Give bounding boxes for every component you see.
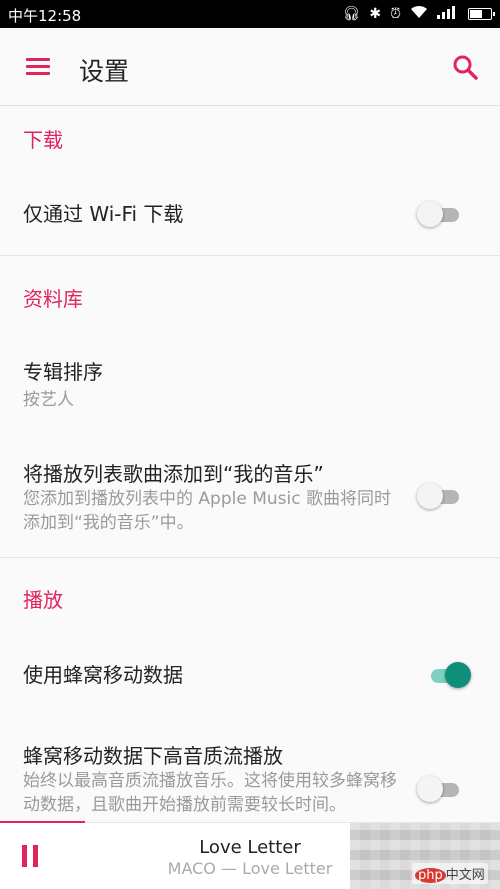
watermark-logo: php — [415, 868, 446, 883]
cellular-data-toggle[interactable] — [425, 660, 471, 690]
page-title: 设置 — [79, 57, 130, 86]
setting-title: 使用蜂窝移动数据 — [23, 663, 183, 687]
song-subtitle: MACO — Love Letter — [167, 859, 333, 878]
headphones-icon: 🎧︎ — [342, 6, 361, 22]
song-title: Love Letter — [199, 837, 301, 858]
bluetooth-icon: ✱ — [369, 6, 382, 22]
alarm-icon: ⏰︎ — [390, 6, 401, 22]
setting-subtitle: 按艺人 — [23, 390, 74, 410]
divider — [0, 255, 500, 256]
battery-icon — [468, 8, 495, 20]
wifi-only-toggle[interactable] — [417, 199, 463, 229]
watermark: php 中文网 — [412, 863, 488, 884]
mini-player[interactable]: Love Letter MACO — Love Letter php 中文网 — [0, 821, 500, 889]
section-header-playback: 播放 — [23, 588, 63, 612]
divider — [0, 557, 500, 558]
wifi-icon — [410, 5, 428, 23]
hq-streaming-toggle[interactable] — [417, 774, 463, 804]
section-header-library: 资料库 — [23, 287, 83, 311]
setting-title: 仅通过 Wi-Fi 下载 — [23, 202, 184, 226]
setting-title: 将播放列表歌曲添加到“我的音乐” — [23, 462, 324, 486]
status-time: 中午12:58 — [8, 7, 82, 25]
pause-icon[interactable] — [22, 845, 40, 867]
setting-title: 蜂窝移动数据下高音质流播放 — [23, 744, 283, 768]
status-bar: 中午12:58 🎧︎ ✱ ⏰︎ — [0, 0, 500, 28]
app-bar: 设置 — [0, 28, 500, 106]
section-header-download: 下载 — [23, 128, 63, 152]
setting-subtitle: 您添加到播放列表中的 Apple Music 歌曲将同时添加到“我的音乐”中。 — [23, 489, 391, 533]
search-icon[interactable] — [452, 54, 478, 80]
menu-icon[interactable] — [26, 58, 50, 76]
signal-icon — [437, 5, 459, 23]
setting-subtitle: 始终以最高音质流播放音乐。这将使用较多蜂窝移动数据，且歌曲开始播放前需要较长时间… — [23, 771, 397, 815]
add-to-my-music-toggle[interactable] — [417, 481, 463, 511]
watermark-text: 中文网 — [445, 868, 485, 883]
playback-progress — [0, 821, 85, 823]
status-icons: 🎧︎ ✱ ⏰︎ — [342, 5, 495, 23]
setting-title: 专辑排序 — [23, 360, 103, 384]
